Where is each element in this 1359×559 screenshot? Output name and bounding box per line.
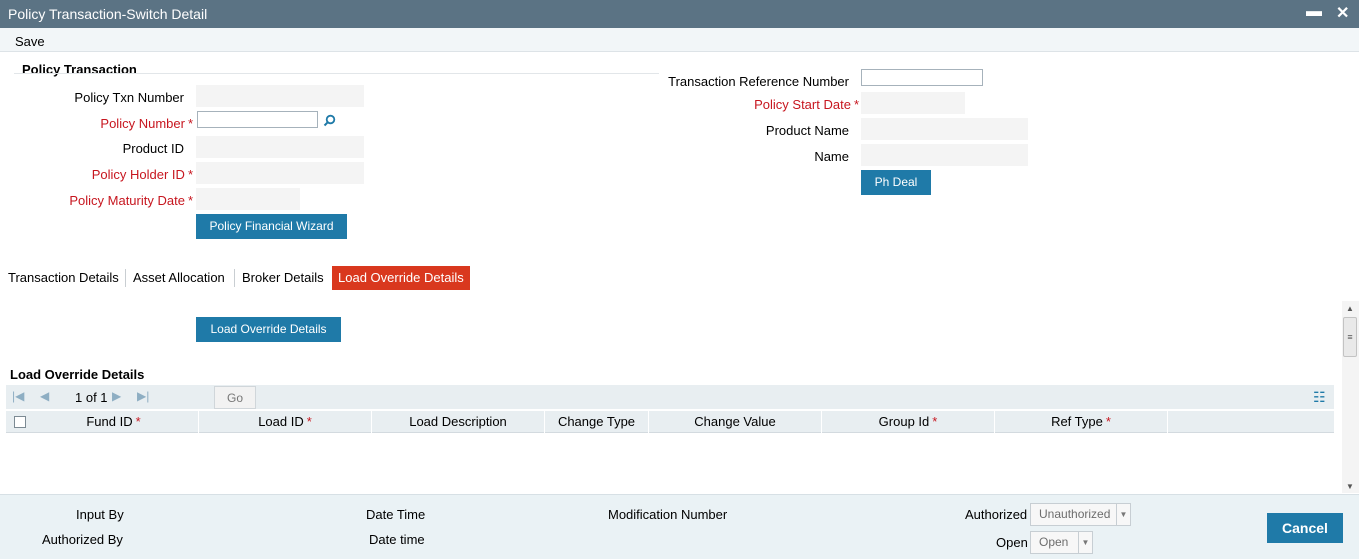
product-id-label: Product ID [122,141,184,156]
tab-separator [234,269,235,287]
transaction-reference-number-label: Transaction Reference Number [668,74,849,89]
policy-number-input[interactable] [197,111,318,128]
footer-panel [0,494,1359,559]
prev-page-icon[interactable]: ◀ [40,389,49,403]
column-header-load-id[interactable]: Load ID * [199,411,372,433]
tab-separator [125,269,126,287]
search-icon[interactable] [323,114,336,130]
grid-title: Load Override Details [10,367,145,382]
date-time-authorized-label: Date time [369,532,425,547]
select-all-checkbox[interactable] [14,416,26,428]
authorized-label: Authorized [965,507,1028,522]
input-by-label: Input By [76,507,124,522]
vertical-scrollbar[interactable]: ▲ ≡ ▼ [1342,301,1359,493]
column-settings-icon[interactable]: ☷ [1313,389,1326,406]
section-divider [14,73,659,74]
tab-transaction-details[interactable]: Transaction Details [2,266,125,290]
product-name-field [861,118,1028,140]
ph-deal-button[interactable]: Ph Deal [861,170,931,195]
scroll-thumb[interactable]: ≡ [1343,317,1357,357]
window-title: Policy Transaction-Switch Detail [8,6,208,22]
name-field [861,144,1028,166]
policy-start-date-field [861,92,965,114]
tab-broker-details[interactable]: Broker Details [236,266,330,290]
authorized-select[interactable]: Unauthorized ▼ [1030,503,1131,526]
policy-number-label: Policy Number * [100,116,193,131]
tab-load-override-details[interactable]: Load Override Details [332,266,470,290]
product-name-label: Product Name [765,123,849,138]
column-header-group-id[interactable]: Group Id * [822,411,995,433]
grid-pager: |◀ ◀ 1 of 1 ▶ ▶| Go ☷ [6,385,1334,409]
close-icon[interactable]: ✕ [1336,3,1349,23]
last-page-icon[interactable]: ▶| [137,389,149,403]
column-header-change-type[interactable]: Change Type [545,411,649,433]
next-page-icon[interactable]: ▶ [112,389,121,403]
tab-asset-allocation[interactable]: Asset Allocation [127,266,231,290]
chevron-down-icon: ▼ [1116,504,1130,525]
page-indicator: 1 of 1 [75,390,108,405]
product-id-field [196,136,364,158]
scroll-up-icon[interactable]: ▲ [1346,304,1354,313]
cancel-button[interactable]: Cancel [1267,513,1343,543]
transaction-reference-number-input[interactable] [861,69,983,86]
first-page-icon[interactable]: |◀ [12,389,24,403]
column-header-ref-type[interactable]: Ref Type * [995,411,1168,433]
column-header-change-value[interactable]: Change Value [649,411,822,433]
policy-txn-number-label: Policy Txn Number [74,90,184,105]
grid-header: Fund ID * Load ID * Load Description Chang… [6,411,1334,433]
minimize-icon[interactable]: ▬ [1306,3,1322,21]
policy-holder-id-field [196,162,364,184]
open-label: Open [996,535,1028,550]
chevron-down-icon: ▼ [1078,532,1092,553]
go-button[interactable]: Go [214,386,256,409]
save-button[interactable]: Save [15,34,45,49]
load-override-details-button[interactable]: Load Override Details [196,317,341,342]
policy-start-date-label: Policy Start Date * [754,97,859,112]
policy-maturity-date-field [196,188,300,210]
policy-financial-wizard-button[interactable]: Policy Financial Wizard [196,214,347,239]
modification-number-label: Modification Number [608,507,728,522]
column-header-load-description[interactable]: Load Description [372,411,545,433]
section-title-policy-transaction: Policy Transaction [22,62,137,77]
policy-holder-id-label: Policy Holder ID * [91,167,193,182]
scroll-down-icon[interactable]: ▼ [1346,482,1354,491]
policy-maturity-date-label: Policy Maturity Date * [69,193,193,208]
open-select[interactable]: Open ▼ [1030,531,1093,554]
window-titlebar: Policy Transaction-Switch Detail ▬ ✕ [0,0,1359,28]
date-time-label: Date Time [366,507,426,522]
column-header-fund-id[interactable]: Fund ID * [29,411,199,433]
toolbar: Save [0,28,1359,52]
authorized-by-label: Authorized By [42,532,123,547]
name-label: Name [814,149,849,164]
policy-txn-number-field [196,85,364,107]
